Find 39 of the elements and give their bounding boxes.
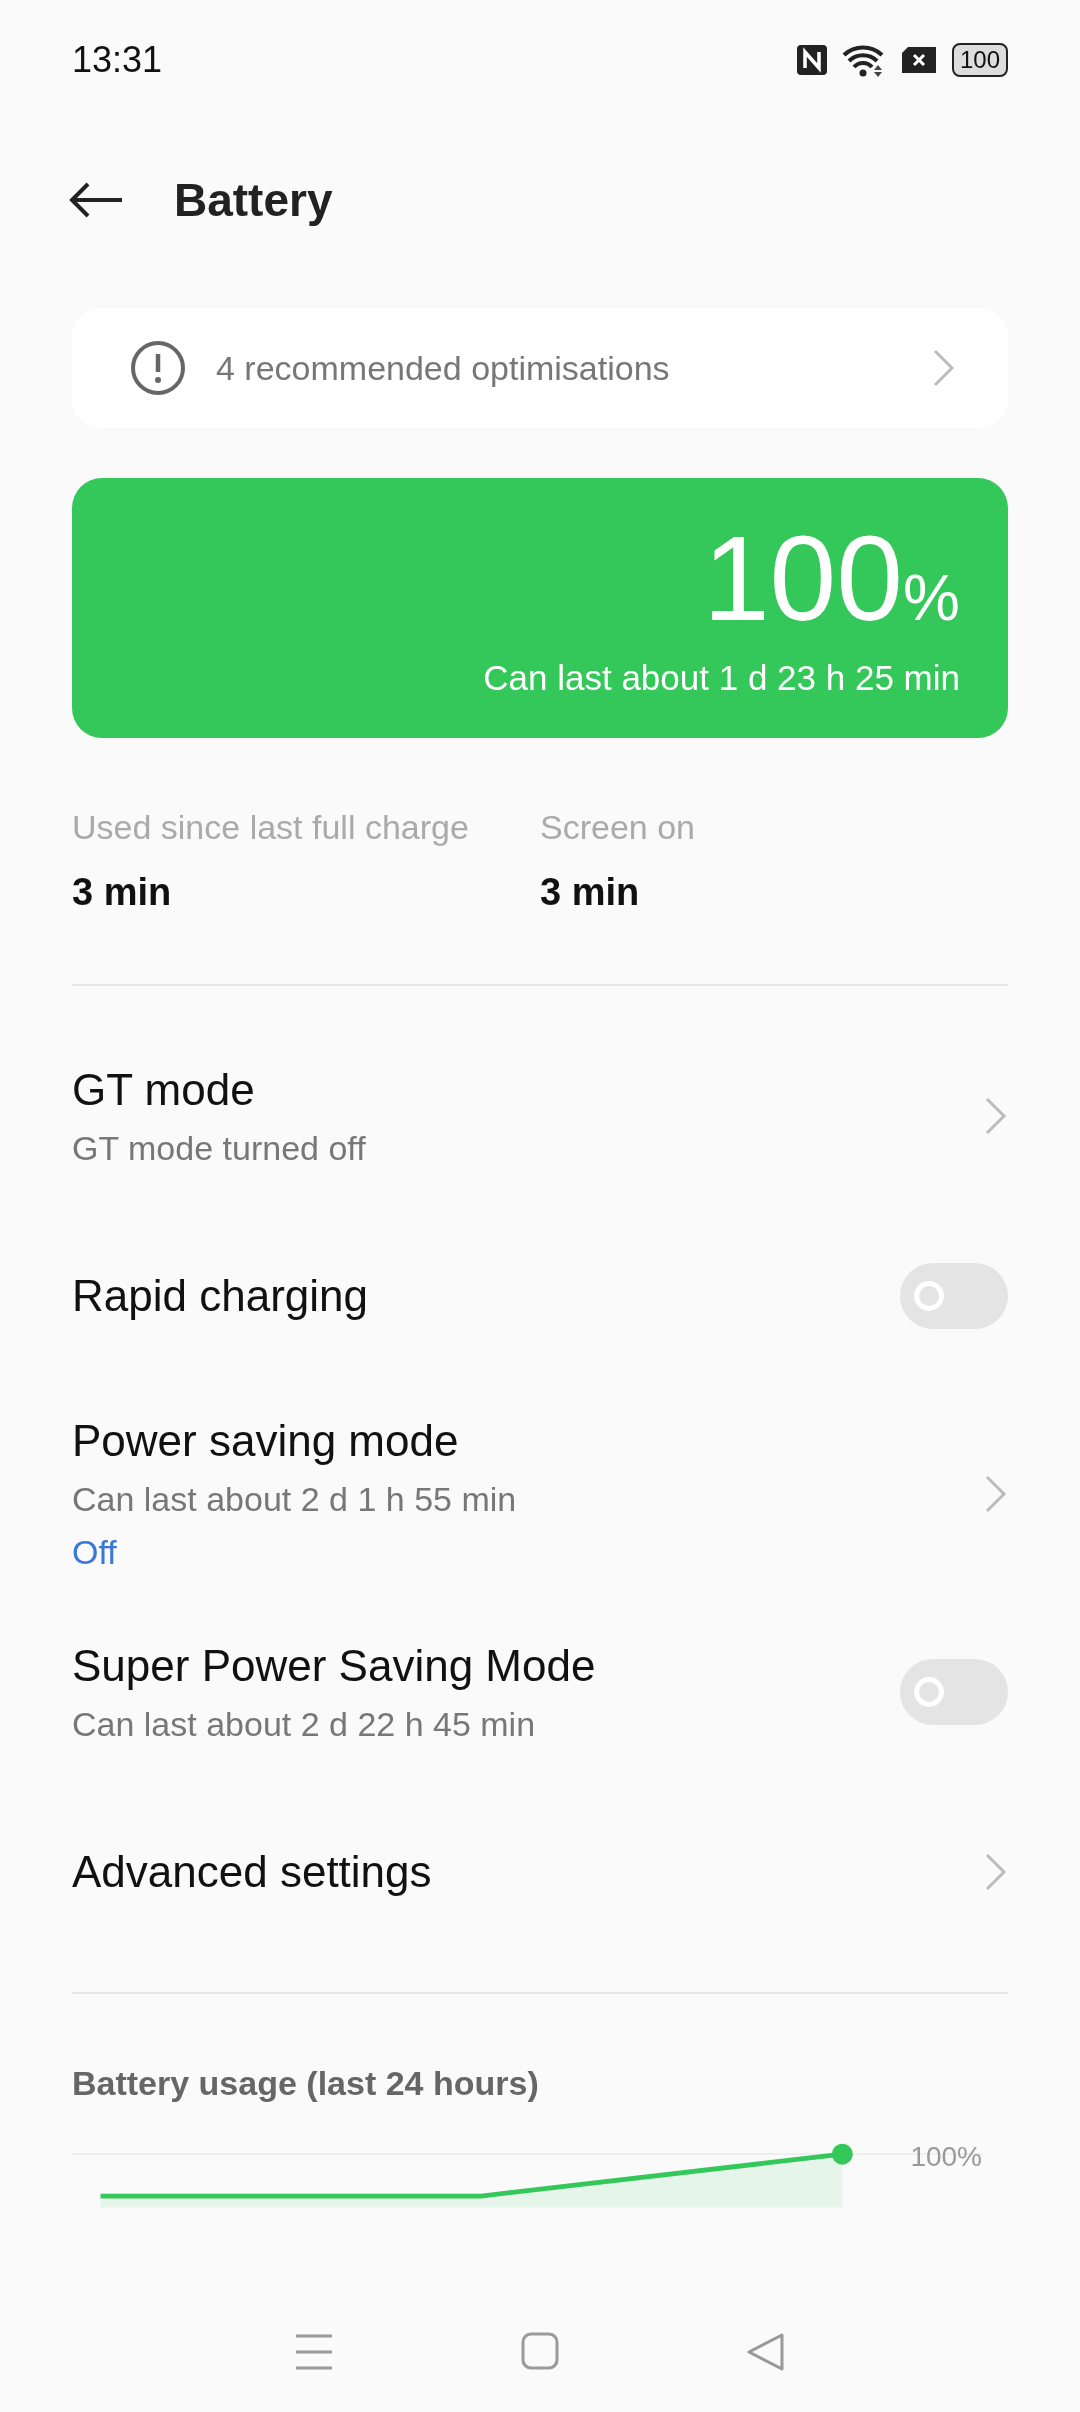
setting-row[interactable]: Power saving mode Can last about 2 d 1 h 55 min Off bbox=[72, 1386, 1008, 1602]
menu-icon[interactable] bbox=[293, 2332, 334, 2372]
nfc-icon bbox=[795, 44, 828, 76]
back-nav-icon[interactable] bbox=[746, 2332, 787, 2372]
battery-level: 100 bbox=[959, 46, 1000, 73]
chevron-icon bbox=[984, 1852, 1008, 1892]
stat-label: Screen on bbox=[540, 808, 696, 847]
chart-level-label: 100% bbox=[910, 2141, 982, 2173]
sim-error-icon bbox=[899, 45, 938, 75]
battery-percent: 100% bbox=[702, 518, 960, 638]
setting-row[interactable]: Rapid charging bbox=[72, 1206, 1008, 1386]
setting-title: GT mode bbox=[72, 1064, 256, 1115]
stat-value: 3 min bbox=[540, 871, 641, 914]
setting-title: Advanced settings bbox=[72, 1847, 432, 1897]
chevron-icon bbox=[984, 1096, 1008, 1136]
stat-value: 3 min bbox=[72, 871, 173, 914]
setting-title: Rapid charging bbox=[72, 1271, 368, 1321]
home-icon[interactable] bbox=[521, 2332, 559, 2370]
stat-label: Used since last full charge bbox=[72, 808, 470, 847]
status-time: 13:31 bbox=[72, 39, 163, 81]
wifi-icon bbox=[841, 43, 886, 77]
battery-estimate: Can last about 1 d 23 h 25 min bbox=[483, 658, 960, 698]
chevron-icon bbox=[984, 1474, 1008, 1514]
setting-row[interactable]: GT mode GT mode turned off bbox=[72, 1026, 1008, 1206]
chevron-icon bbox=[932, 348, 956, 388]
setting-row[interactable]: Super Power Saving Mode Can last about 2 d 22 h 45 min bbox=[72, 1602, 1008, 1782]
setting-subtitle: GT mode turned off bbox=[72, 1128, 366, 1168]
setting-row[interactable]: Advanced settings bbox=[72, 1782, 1008, 1962]
recommendation-card[interactable]: 4 recommended optimisations bbox=[72, 308, 1008, 428]
setting-subtitle: Can last about 2 d 1 h 55 min bbox=[72, 1480, 517, 1519]
setting-subtitle: Can last about 2 d 22 h 45 min bbox=[72, 1704, 537, 1744]
recommendation-text: 4 recommended optimisations bbox=[216, 348, 671, 388]
alert-icon bbox=[130, 340, 186, 396]
back-icon[interactable] bbox=[68, 180, 124, 220]
setting-title: Power saving mode bbox=[72, 1416, 460, 1466]
setting-title: Super Power Saving Mode bbox=[72, 1640, 596, 1691]
setting-status: Off bbox=[72, 1533, 118, 1572]
page-title: Battery bbox=[174, 173, 333, 227]
section-title: Battery usage (last 24 hours) bbox=[72, 2064, 540, 2103]
